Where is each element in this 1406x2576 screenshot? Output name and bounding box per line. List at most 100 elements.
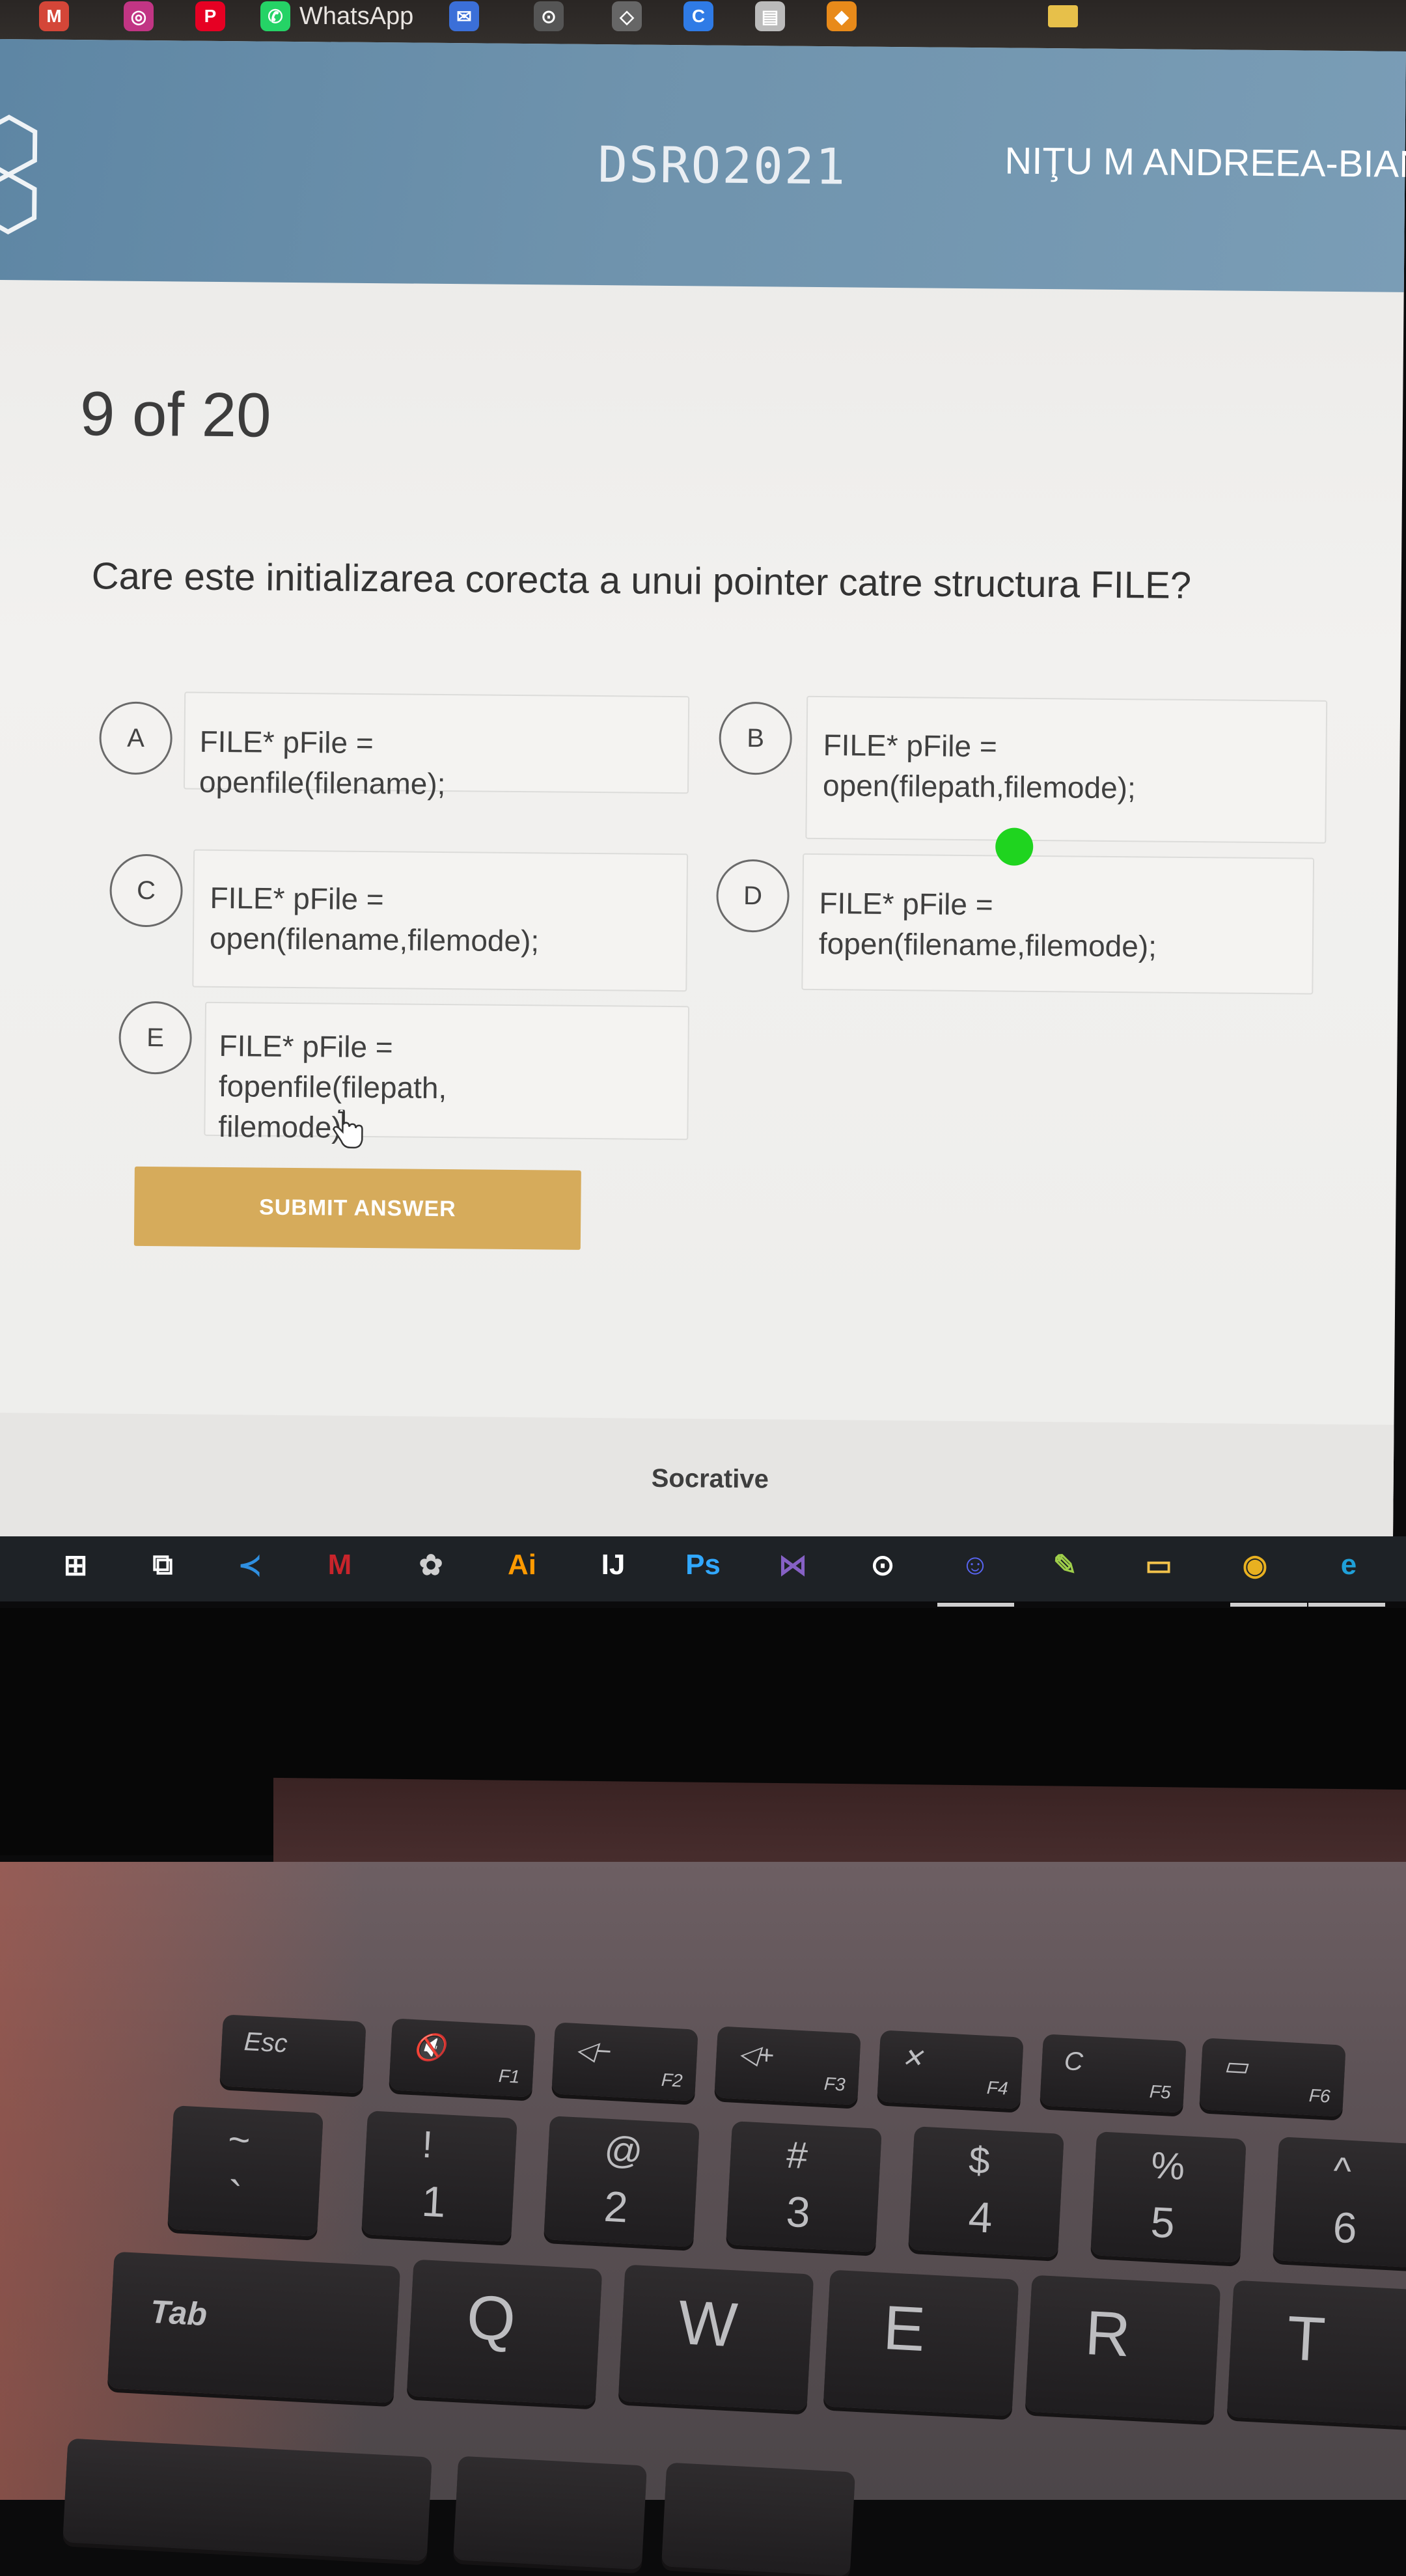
key-bottom-label: 5 [1150, 2197, 1176, 2247]
chrome-icon[interactable]: ◉ [1234, 1544, 1276, 1586]
student-name: NIŢU M ANDREEA-BIAN [1004, 139, 1406, 186]
windows-start-icon[interactable]: ⊞ [55, 1544, 96, 1586]
key-bottom-label: 1 [420, 2176, 447, 2226]
bookmark-7[interactable]: C [683, 0, 713, 33]
key-num-1[interactable]: ! 1 [361, 2111, 517, 2242]
key-num-5[interactable]: % 5 [1090, 2131, 1247, 2263]
browser-page: DSRO2021 NIŢU M ANDREEA-BIAN 9 of 20 Car… [0, 39, 1406, 1562]
submit-answer-button[interactable]: SUBMIT ANSWER [133, 1166, 581, 1250]
key-f2[interactable]: ◁− F2 [551, 2022, 698, 2101]
choice-a-text[interactable]: FILE* pFile = openfile(filename); [199, 721, 446, 804]
key-t[interactable]: T [1226, 2280, 1406, 2427]
key-label: E [881, 2293, 927, 2365]
task-view-icon[interactable]: ⧉ [142, 1544, 184, 1586]
key-tab[interactable]: Tab [107, 2251, 401, 2403]
key-label: R [1083, 2298, 1133, 2370]
photoshop-icon[interactable]: Ps [682, 1544, 724, 1586]
edge-icon[interactable]: e [1328, 1544, 1370, 1586]
key-main-label: ✕ [900, 2043, 924, 2073]
intellij-icon[interactable]: IJ [592, 1544, 634, 1586]
choice-c-line1: FILE* pFile = [210, 880, 384, 917]
bookmark-9[interactable]: ◆ [827, 0, 857, 33]
octave-icon[interactable]: ✿ [410, 1544, 452, 1586]
key-f6[interactable]: ▭ F6 [1199, 2038, 1346, 2117]
key-f0[interactable]: Esc [219, 2014, 366, 2094]
bookmark-folder[interactable] [1048, 0, 1078, 33]
doc-icon: ▤ [755, 1, 785, 31]
choice-b-letter[interactable]: B [719, 701, 793, 775]
choice-a-letter[interactable]: A [99, 701, 173, 775]
key-f1[interactable]: 🔇 F1 [389, 2018, 536, 2098]
question-text: Care este initializarea corecta a unui p… [91, 555, 1192, 607]
key-a[interactable] [453, 2456, 647, 2570]
key-sub-label: F2 [661, 2069, 683, 2091]
orange-icon: ◆ [827, 1, 857, 31]
key-top-label: ! [420, 2123, 434, 2167]
key-sub-label: F4 [986, 2077, 1009, 2099]
mendeley-icon[interactable]: M [319, 1544, 361, 1586]
key-q[interactable]: Q [406, 2259, 603, 2406]
choice-d-text[interactable]: FILE* pFile = fopen(filename,filemode); [819, 883, 1157, 967]
taskbar-active-indicator [1308, 1603, 1385, 1607]
choice-d-line2: fopen(filename,filemode); [818, 926, 1157, 963]
choice-d-letter[interactable]: D [716, 859, 790, 933]
choice-b-line1: FILE* pFile = [823, 728, 997, 764]
key-sub-label: F6 [1308, 2084, 1331, 2107]
visual-studio-icon[interactable]: ⋈ [772, 1544, 814, 1586]
choice-c-text[interactable]: FILE* pFile = open(filename,filemode); [210, 878, 540, 961]
key-e[interactable]: E [823, 2269, 1019, 2417]
key-f3[interactable]: ◁+ F3 [714, 2026, 861, 2105]
key-bottom-label: 2 [603, 2181, 629, 2232]
key-main-label: Esc [243, 2027, 288, 2058]
key-sub-label: F5 [1149, 2081, 1172, 2103]
key-shift[interactable] [62, 2438, 432, 2562]
footer-brand[interactable]: Socrative [652, 1464, 769, 1495]
bookmark-5[interactable]: ⊙ [534, 0, 564, 33]
taskbar-active-indicator [1230, 1603, 1307, 1607]
github-desktop-icon[interactable]: ⊙ [862, 1544, 903, 1586]
room-name: DSRO2021 [597, 135, 847, 196]
bookmark-0[interactable]: M [39, 0, 69, 33]
bookmark-4[interactable]: ✉ [449, 0, 479, 33]
key-bottom-label: 3 [785, 2187, 812, 2237]
key-num-3[interactable]: #3 [726, 2121, 882, 2252]
discord-icon[interactable]: ☺ [954, 1544, 996, 1586]
key-num-4[interactable]: $4 [908, 2126, 1064, 2258]
gmail-icon: M [39, 1, 69, 31]
bookmark-8[interactable]: ▤ [755, 0, 785, 33]
choice-e-letter[interactable]: E [118, 1001, 193, 1075]
key-r[interactable]: R [1025, 2275, 1221, 2422]
key-num-2[interactable]: @2 [544, 2116, 700, 2247]
key-bottom-label: 4 [967, 2192, 994, 2242]
pinterest-icon: P [195, 1, 225, 31]
key-f4[interactable]: ✕ F4 [877, 2030, 1024, 2109]
bookmark-1[interactable]: ◎ [124, 0, 154, 33]
bookmark-3[interactable]: ✆ WhatsApp [260, 0, 413, 33]
socrative-logo-icon [0, 115, 38, 235]
question-progress: 9 of 20 [79, 379, 272, 450]
key-num-6[interactable]: ^ 6 [1273, 2137, 1406, 2268]
vscode-icon[interactable]: ≺ [229, 1544, 271, 1586]
key-bottom-label: 6 [1332, 2202, 1358, 2252]
key-label: Q [465, 2282, 517, 2355]
choice-c-letter[interactable]: C [109, 853, 184, 928]
choice-c-line2: open(filename,filemode); [209, 921, 540, 958]
instagram-icon: ◎ [124, 1, 154, 31]
file-explorer-icon[interactable]: ▭ [1138, 1544, 1179, 1586]
bookmark-6[interactable]: ◇ [612, 0, 642, 33]
key-s[interactable] [661, 2462, 855, 2576]
notepad-icon[interactable]: ✎ [1044, 1544, 1086, 1586]
choice-e-line1: FILE* pFile = fopenfile(filepath, [218, 1028, 447, 1105]
key-bottom-label: ` [227, 2171, 243, 2221]
key-f5[interactable]: C F5 [1040, 2034, 1187, 2113]
hand-cursor-icon [333, 1109, 363, 1149]
key-w[interactable]: W [618, 2264, 814, 2411]
illustrator-icon[interactable]: Ai [501, 1544, 543, 1586]
choice-b-line2: open(filepath,filemode); [822, 768, 1136, 805]
key-label: W [676, 2288, 739, 2361]
bookmark-2[interactable]: P [195, 0, 225, 33]
codepen-icon: ◇ [612, 1, 642, 31]
choice-b-text[interactable]: FILE* pFile = open(filepath,filemode); [823, 725, 1137, 808]
key-num-0[interactable]: ~ ` [167, 2105, 324, 2237]
green-dot-marker [995, 827, 1034, 866]
